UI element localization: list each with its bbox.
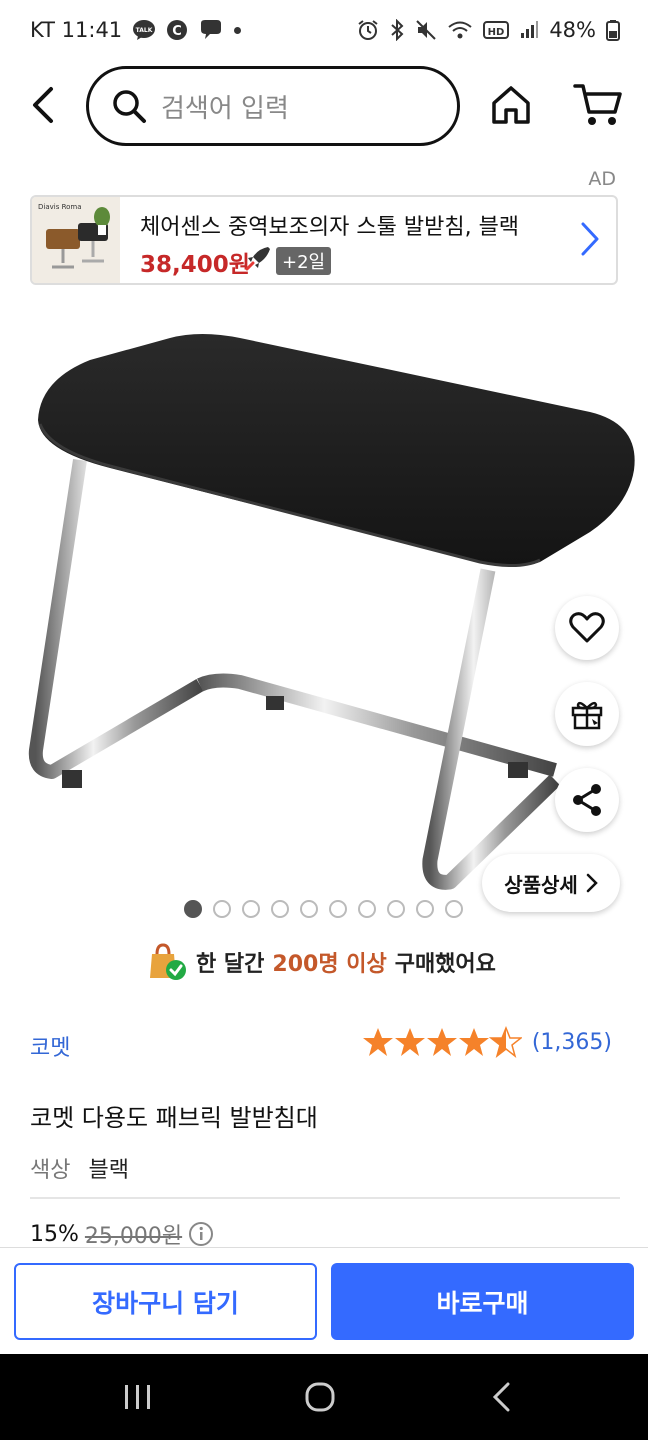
kakaotalk-icon: TALK [132, 19, 156, 41]
chat-bubble-icon [198, 19, 224, 41]
product-title: 코멧 다용도 패브릭 발받침대 [30, 1104, 318, 1132]
battery-icon [606, 19, 620, 41]
c-badge-text: C [172, 24, 182, 39]
pager-dot[interactable] [445, 900, 463, 918]
wishlist-button[interactable] [555, 596, 619, 660]
mute-icon [415, 19, 437, 41]
pager-dot[interactable] [184, 900, 202, 918]
system-home-button[interactable] [290, 1374, 350, 1420]
pager-dot[interactable] [300, 900, 318, 918]
recent-apps-button[interactable] [108, 1374, 168, 1420]
home-button[interactable] [488, 82, 534, 128]
recent-apps-icon [125, 1385, 150, 1409]
wifi-icon [447, 19, 473, 41]
system-back-button[interactable] [472, 1374, 532, 1420]
more-notifications-dot [234, 26, 242, 34]
ad-thumb-brand: Diavis Roma [38, 203, 82, 211]
original-price: 25,000원 [84, 1224, 183, 1249]
price-row: 15% 25,000원 [30, 1218, 214, 1250]
home-icon [492, 86, 530, 124]
bluetooth-icon [389, 19, 405, 41]
home-circle-icon [305, 1382, 335, 1412]
alarm-icon [357, 19, 379, 41]
header: 검색어 입력 [0, 64, 648, 148]
hd-icon: HD [483, 20, 510, 40]
pager-dot[interactable] [416, 900, 434, 918]
ad-delivery-badge: +2일 [276, 247, 332, 275]
discount-rate: 15% [30, 1221, 79, 1247]
purchase-suffix: 구매했어요 [394, 952, 496, 977]
status-bar: KT 11:41 TALK C HD 48% [0, 0, 648, 60]
battery-percent: 48% [549, 18, 596, 42]
gift-icon [571, 701, 603, 730]
share-icon [573, 784, 601, 816]
product-detail-button[interactable]: 상품상세 [482, 854, 620, 912]
heart-icon [569, 612, 605, 643]
pager-dot[interactable] [213, 900, 231, 918]
pager-dot[interactable] [358, 900, 376, 918]
purchase-count-notice: 한 달간 200명 이상 구매했어요 [148, 940, 496, 984]
action-bar: 장바구니 담기 바로구매 [0, 1247, 648, 1354]
chevron-right-icon [586, 873, 598, 893]
chevron-right-icon [580, 221, 600, 261]
pager-dot[interactable] [387, 900, 405, 918]
purchase-prefix: 한 달간 [196, 952, 265, 977]
back-arrow-icon [492, 1382, 510, 1412]
star-rating-icon [362, 1026, 522, 1058]
gift-button[interactable] [555, 682, 619, 746]
pager-dot[interactable] [271, 900, 289, 918]
option-value: 블랙 [88, 1158, 129, 1183]
divider [30, 1197, 620, 1199]
brand-link[interactable]: 코멧 [30, 1030, 70, 1062]
ad-banner[interactable]: Diavis Roma 체어센스 중역보조의자 스툴 발받침, 블랙 38,40… [30, 195, 618, 285]
status-right: HD 48% [357, 18, 620, 42]
hd-badge-text: HD [488, 27, 505, 38]
buy-now-button[interactable]: 바로구매 [331, 1263, 634, 1340]
ad-thumbnail: Diavis Roma [32, 197, 120, 283]
option-row[interactable]: 색상 블랙 [30, 1152, 129, 1184]
cart-button[interactable] [572, 80, 624, 130]
search-input[interactable]: 검색어 입력 [86, 66, 460, 146]
search-icon [113, 90, 146, 123]
info-icon[interactable] [188, 1221, 214, 1247]
system-nav-bar [0, 1354, 648, 1440]
product-image[interactable] [0, 300, 648, 890]
option-label: 색상 [30, 1158, 71, 1183]
status-left: KT 11:41 TALK C [30, 18, 242, 42]
talk-badge-text: TALK [136, 27, 153, 34]
share-button[interactable] [555, 768, 619, 832]
c-app-icon: C [166, 19, 188, 41]
pager-dot[interactable] [242, 900, 260, 918]
ad-label: AD [588, 168, 616, 190]
product-detail-label: 상품상세 [504, 872, 578, 897]
image-pager [184, 900, 463, 918]
ad-title: 체어센스 중역보조의자 스툴 발받침, 블랙 [140, 215, 520, 240]
search-placeholder: 검색어 입력 [161, 93, 289, 124]
add-to-cart-button[interactable]: 장바구니 담기 [14, 1263, 317, 1340]
purchase-highlight: 200명 이상 [272, 952, 387, 977]
pager-dot[interactable] [329, 900, 347, 918]
back-button[interactable] [22, 82, 66, 128]
chevron-left-icon [33, 87, 53, 123]
shopping-bag-check-icon [150, 943, 186, 980]
rating[interactable]: (1,365) [362, 1026, 612, 1058]
review-count[interactable]: (1,365) [532, 1030, 612, 1055]
carrier-time: KT 11:41 [30, 18, 123, 42]
signal-icon [519, 20, 539, 40]
rocket-icon [244, 243, 274, 277]
ad-price: 38,400원 [140, 252, 250, 278]
cart-icon [573, 84, 622, 125]
